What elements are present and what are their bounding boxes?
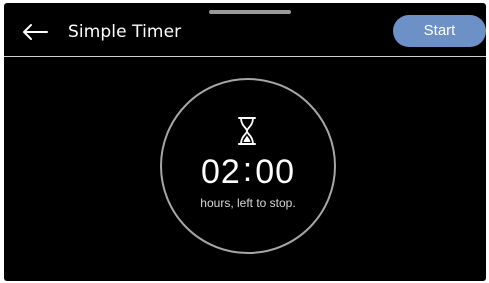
back-button[interactable] [20, 20, 50, 44]
hourglass-icon [238, 117, 256, 145]
page-title: Simple Timer [68, 22, 182, 42]
drag-handle[interactable] [209, 10, 291, 14]
timer-screen: Simple Timer Start 02:00 hours, left to … [4, 3, 486, 281]
arrow-left-icon [23, 24, 48, 40]
time-display: 02:00 [160, 151, 336, 191]
time-caption: hours, left to stop. [200, 196, 296, 210]
header-divider [4, 56, 486, 57]
time-separator: : [242, 151, 254, 189]
time-hours: 02 [200, 153, 241, 191]
time-minutes: 00 [255, 153, 296, 191]
start-button[interactable]: Start [393, 15, 486, 47]
